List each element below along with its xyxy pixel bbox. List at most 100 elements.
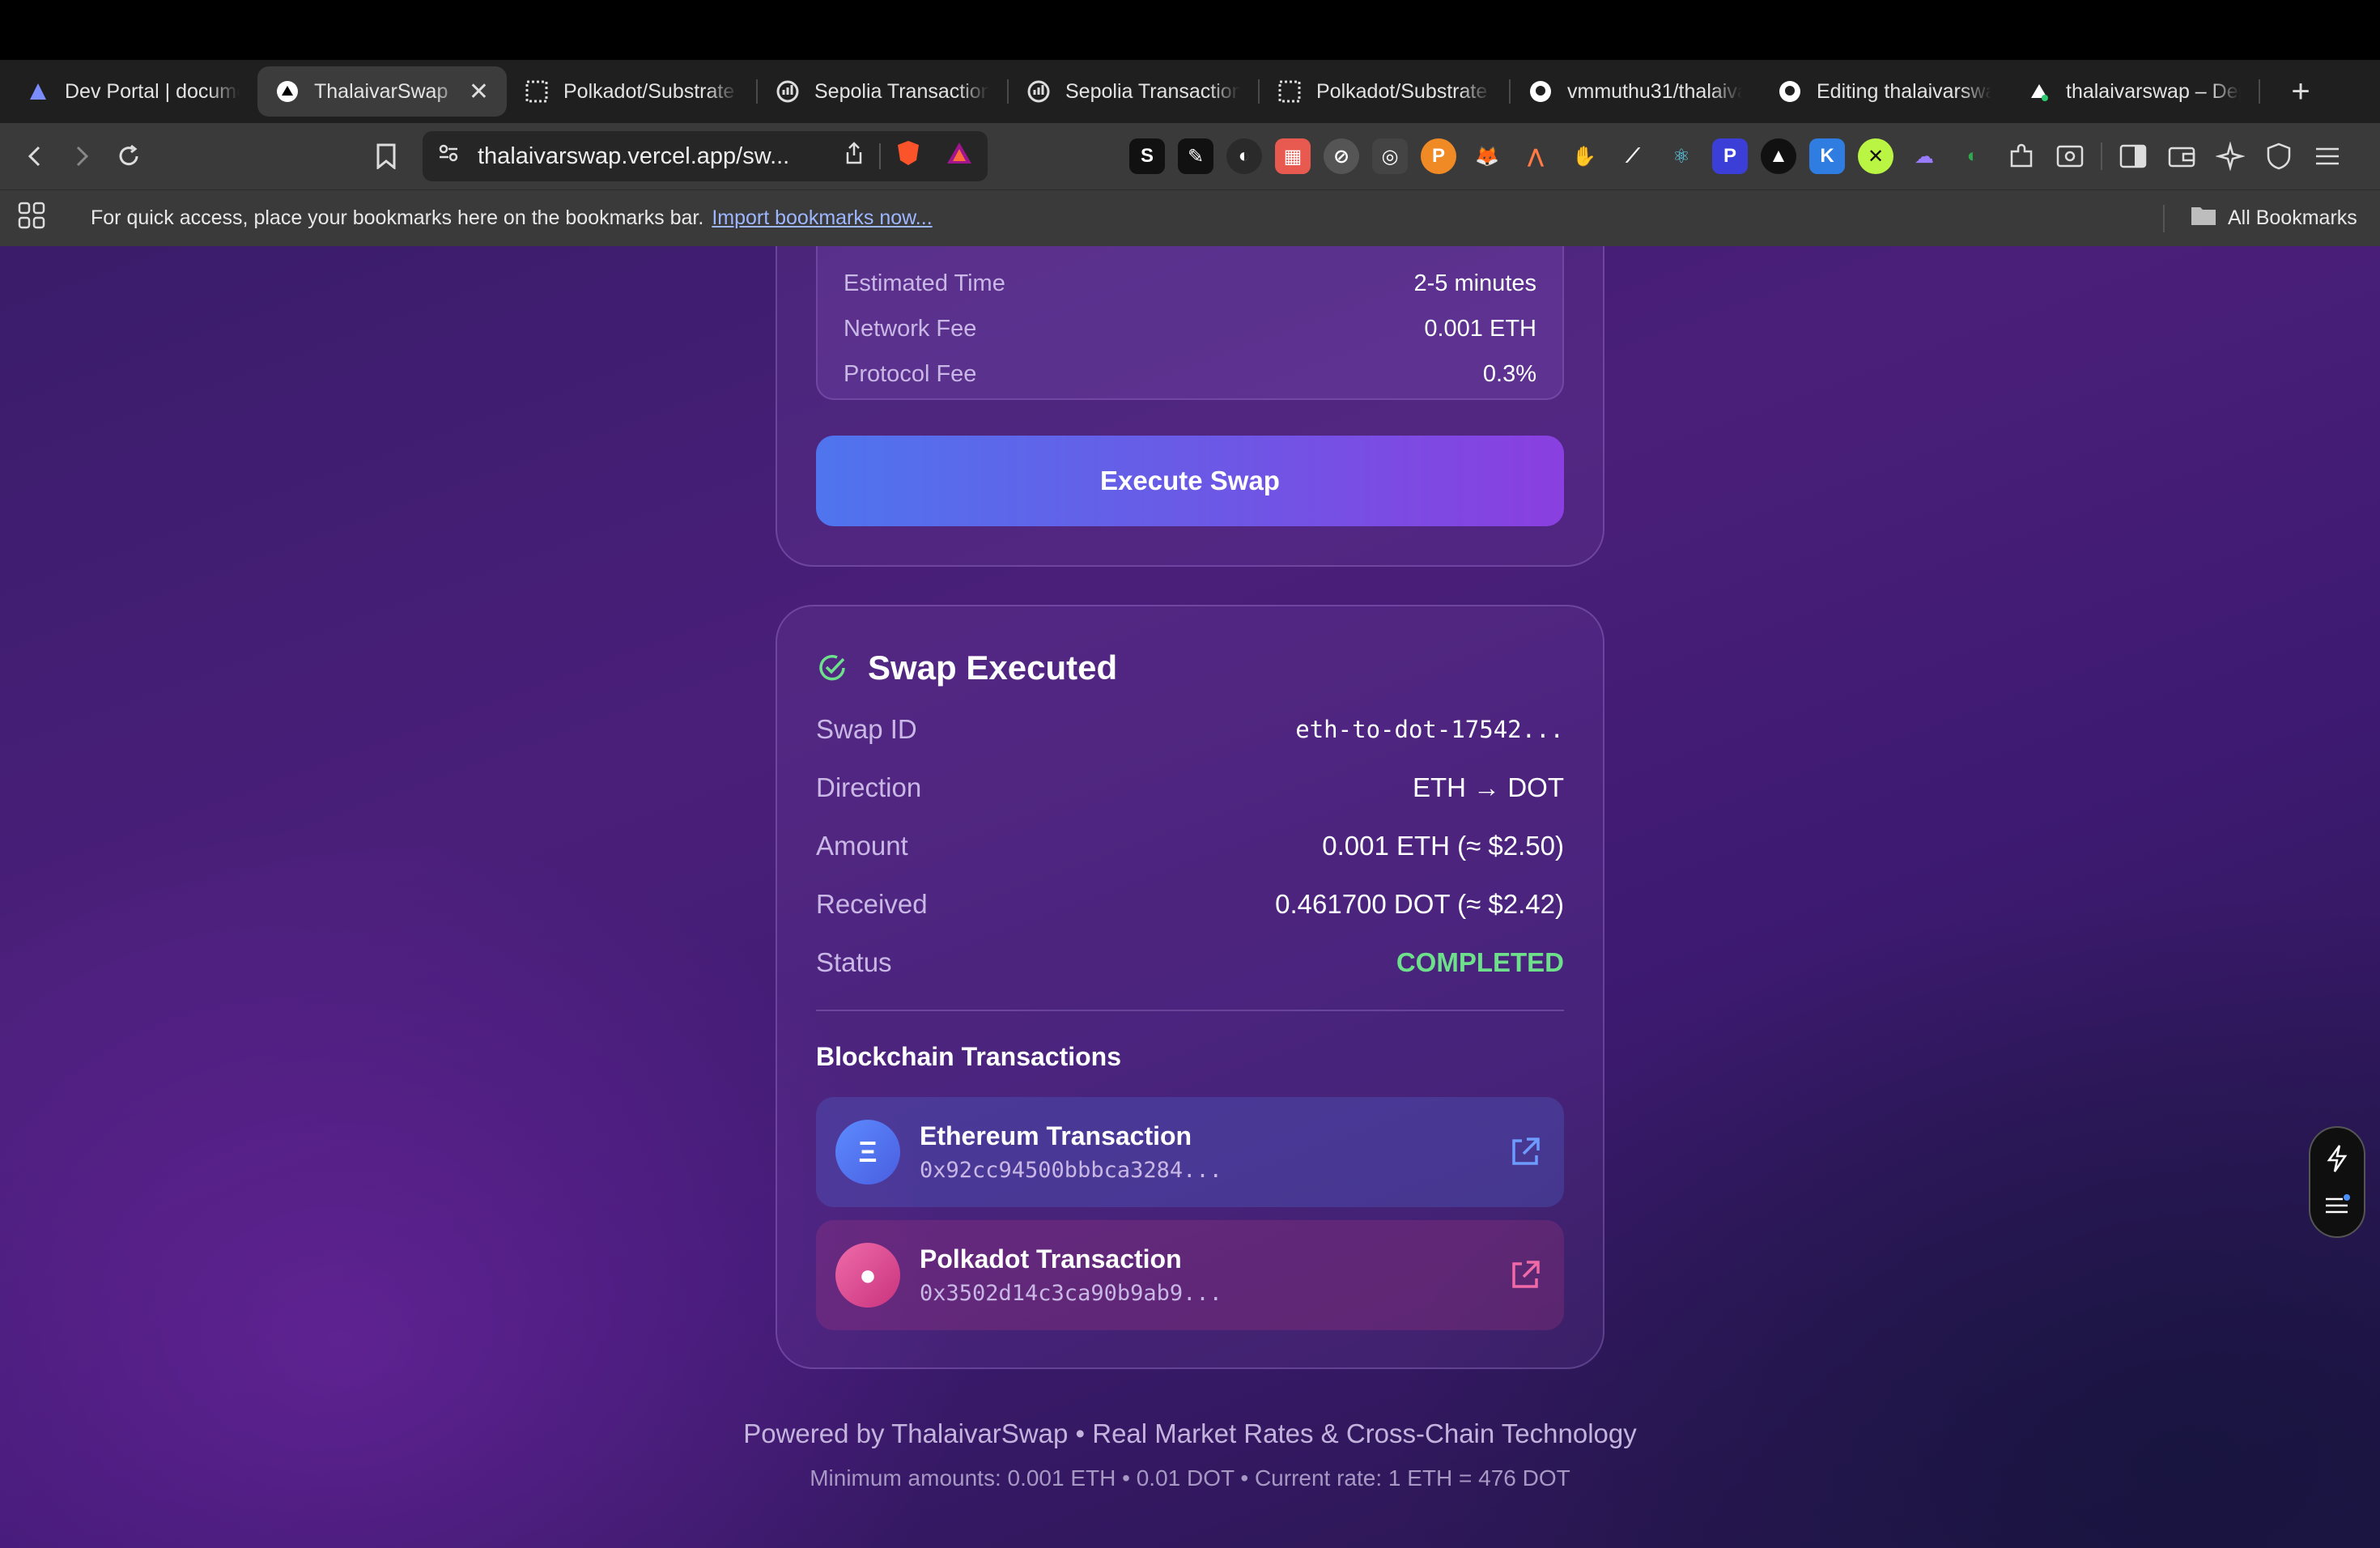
- extension-icon[interactable]: ⊘: [1324, 138, 1359, 174]
- tab-title: Editing thalaivarswap: [1817, 79, 1991, 103]
- amount-value: 0.001 ETH (≈ $2.50): [1322, 831, 1564, 861]
- ethereum-transaction-card[interactable]: Ξ Ethereum Transaction 0x92cc94500bbbca3…: [816, 1097, 1564, 1207]
- external-link-icon[interactable]: [1506, 1256, 1545, 1295]
- site-settings-icon[interactable]: [437, 142, 460, 171]
- divider: [816, 1010, 1564, 1011]
- tab-vercel-deployment[interactable]: thalaivarswap – Deployment: [2009, 66, 2259, 117]
- page-viewport: Estimated Time 2-5 minutes Network Fee 0…: [0, 246, 2380, 1548]
- window-title-bar: [0, 0, 2380, 60]
- tab-polkadot-portal[interactable]: Polkadot/Substrate Portal: [507, 66, 756, 117]
- sidebar-toggle-icon[interactable]: [2115, 138, 2151, 174]
- tab-title: ThalaivarSwap: [314, 79, 448, 103]
- status-badge: COMPLETED: [1396, 947, 1564, 977]
- leo-ai-icon[interactable]: [2212, 138, 2248, 174]
- transactions-heading: Blockchain Transactions: [816, 1042, 1122, 1071]
- extension-icon[interactable]: P: [1712, 138, 1748, 174]
- extension-icon[interactable]: ▲: [1761, 138, 1796, 174]
- extensions-puzzle-icon[interactable]: [2004, 138, 2039, 174]
- tab-github-editing[interactable]: Editing thalaivarswap: [1760, 66, 2009, 117]
- extension-icon[interactable]: P: [1421, 138, 1456, 174]
- tab-title: Dev Portal | documentation: [65, 79, 240, 103]
- polkadot-transaction-card[interactable]: ● Polkadot Transaction 0x3502d14c3ca90b9…: [816, 1220, 1564, 1330]
- tab-dev-portal[interactable]: Dev Portal | documentation: [8, 66, 257, 117]
- extension-icon[interactable]: ◐: [1955, 138, 1991, 174]
- fee-row: Protocol Fee 0.3%: [844, 351, 1536, 397]
- lightning-icon[interactable]: [2325, 1144, 2349, 1177]
- all-bookmarks-label: All Bookmarks: [2228, 206, 2357, 229]
- footer-tagline: Powered by ThalaivarSwap • Real Market R…: [743, 1418, 1637, 1448]
- transaction-name: Polkadot Transaction: [920, 1244, 1182, 1274]
- polkadot-icon: ●: [835, 1243, 900, 1308]
- metamask-icon[interactable]: 🦊: [1469, 138, 1505, 174]
- list-menu-icon[interactable]: [2323, 1193, 2351, 1221]
- github-icon: [1528, 79, 1553, 104]
- execute-swap-button[interactable]: Execute Swap: [816, 436, 1564, 526]
- result-title: Swap Executed: [868, 649, 1118, 687]
- floating-assistant-widget[interactable]: [2309, 1126, 2365, 1238]
- swap-result-card: Swap Executed Swap ID eth-to-dot-17542..…: [776, 605, 1604, 1369]
- all-bookmarks-button[interactable]: All Bookmarks: [2191, 205, 2357, 232]
- extension-icon[interactable]: ✕: [1858, 138, 1893, 174]
- tab-thalaivarswap[interactable]: ThalaivarSwap ✕: [257, 66, 507, 117]
- dev-portal-icon: [26, 79, 50, 104]
- extension-icon[interactable]: S: [1129, 138, 1165, 174]
- amount-row: Amount 0.001 ETH (≈ $2.50): [816, 822, 1564, 870]
- extension-icon[interactable]: K: [1809, 138, 1845, 174]
- fee-value: 2-5 minutes: [1413, 270, 1536, 296]
- result-header: Swap Executed: [816, 649, 1117, 687]
- tab-github-repo[interactable]: vmmuthu31/thalaivarswap: [1511, 66, 1760, 117]
- tab-title: Polkadot/Substrate Portal: [563, 79, 738, 103]
- transaction-hash: 0x92cc94500bbbca3284...: [920, 1158, 1222, 1183]
- fee-value: 0.3%: [1482, 360, 1536, 387]
- fee-row: Estimated Time 2-5 minutes: [844, 261, 1536, 306]
- extension-icon[interactable]: ⟋: [1615, 138, 1651, 174]
- polkadot-icon: [1277, 79, 1302, 104]
- new-tab-button[interactable]: +: [2278, 74, 2323, 110]
- share-icon[interactable]: [844, 141, 865, 172]
- swap-id-value: eth-to-dot-17542...: [1295, 716, 1564, 743]
- extension-icon[interactable]: ✋: [1566, 138, 1602, 174]
- fee-label: Estimated Time: [844, 270, 1005, 296]
- tab-title: thalaivarswap – Deployment: [2066, 79, 2241, 103]
- menu-icon[interactable]: [2310, 138, 2345, 174]
- bookmarks-separator: [2163, 204, 2165, 232]
- folder-icon: [2191, 205, 2216, 232]
- received-value: 0.461700 DOT (≈ $2.42): [1275, 889, 1564, 919]
- extension-icon[interactable]: ✎: [1178, 138, 1213, 174]
- brave-shields-icon[interactable]: [895, 139, 921, 173]
- wallet-icon[interactable]: [2164, 138, 2199, 174]
- forward-icon[interactable]: [58, 133, 105, 180]
- row-label: Status: [816, 947, 892, 977]
- extension-icon[interactable]: ⋀: [1518, 138, 1553, 174]
- extension-icon[interactable]: ◎: [1372, 138, 1408, 174]
- close-tab-icon[interactable]: ✕: [469, 78, 489, 106]
- tab-sepolia-transaction[interactable]: Sepolia Transaction: [758, 66, 1007, 117]
- react-devtools-icon[interactable]: ⚛: [1664, 138, 1699, 174]
- extension-icon[interactable]: ☁: [1906, 138, 1942, 174]
- external-link-icon[interactable]: [1506, 1133, 1545, 1172]
- brave-rewards-icon[interactable]: [946, 141, 973, 172]
- bookmarks-bar: For quick access, place your bookmarks h…: [0, 189, 2380, 246]
- import-bookmarks-link[interactable]: Import bookmarks now...: [712, 206, 932, 230]
- address-bar[interactable]: thalaivarswap.vercel.app/sw...: [423, 131, 988, 181]
- tab-separator: [2259, 79, 2260, 104]
- vpn-shield-icon[interactable]: [2261, 138, 2297, 174]
- github-icon: [1778, 79, 1802, 104]
- status-row: Status COMPLETED: [816, 938, 1564, 987]
- transaction-info: Polkadot Transaction 0x3502d14c3ca90b9ab…: [920, 1244, 1506, 1306]
- vercel-triangle-icon: [2027, 79, 2051, 104]
- apps-grid-icon[interactable]: [18, 202, 45, 235]
- reload-icon[interactable]: [105, 133, 152, 180]
- ethereum-icon: Ξ: [835, 1120, 900, 1184]
- back-icon[interactable]: [11, 133, 58, 180]
- etherscan-icon: [1026, 79, 1051, 104]
- extension-icon[interactable]: ▦: [1275, 138, 1311, 174]
- tab-title: Sepolia Transaction: [814, 79, 989, 103]
- etherscan-icon: [776, 79, 800, 104]
- bookmark-icon[interactable]: [363, 133, 410, 180]
- tab-polkadot-portal-2[interactable]: Polkadot/Substrate Portal: [1260, 66, 1509, 117]
- page-search-icon[interactable]: [2052, 138, 2088, 174]
- tab-sepolia-transaction-2[interactable]: Sepolia Transaction: [1009, 66, 1258, 117]
- extension-icon[interactable]: ◐: [1226, 138, 1262, 174]
- tab-strip: Dev Portal | documentation ThalaivarSwap…: [0, 60, 2380, 123]
